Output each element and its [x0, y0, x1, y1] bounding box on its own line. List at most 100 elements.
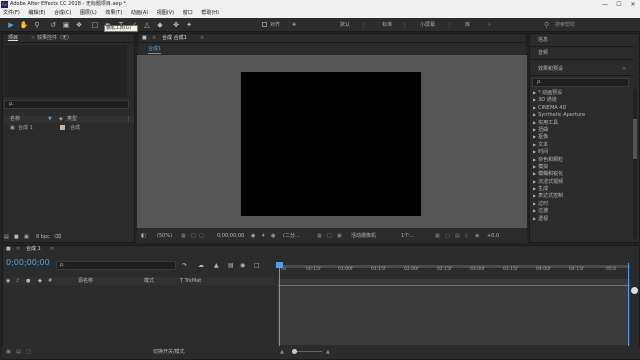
close-tab-icon[interactable]: ■ — [142, 34, 147, 43]
motion-blur-icon[interactable]: ◉ — [240, 261, 245, 270]
project-search-input[interactable]: ρ. — [4, 100, 129, 109]
column-mode[interactable]: 模式 — [144, 277, 154, 285]
effect-category[interactable]: ▶ 沉浸式视频 — [531, 178, 635, 185]
label-column-icon[interactable]: ▼ — [48, 116, 52, 123]
bpc-toggle[interactable]: 8 bpc — [36, 233, 50, 241]
menu-help[interactable]: 帮助(H) — [201, 10, 219, 16]
effect-category[interactable]: ▶ Synthetic Aperture — [531, 111, 635, 118]
clone-stamp-tool-icon[interactable]: △ — [142, 20, 152, 30]
selection-tool-icon[interactable]: ▶ — [6, 20, 16, 30]
snapshot-icon[interactable]: ◉ — [251, 230, 255, 243]
eraser-tool-icon[interactable]: ◆ — [155, 20, 165, 30]
region-of-interest-icon[interactable]: ▢ — [199, 230, 204, 243]
effect-category[interactable]: ▶ * 动画预设 — [531, 89, 635, 96]
workspace-library[interactable]: 库 — [465, 18, 470, 32]
column-trkmat[interactable]: T TrkMat — [180, 277, 201, 285]
exposure-value[interactable]: +0.0 — [487, 230, 499, 243]
layer-switches-toggle-icon[interactable]: ▣ — [6, 346, 11, 358]
menu-view[interactable]: 视图(V) — [157, 10, 174, 16]
effect-category[interactable]: ▶ 模糊和锐化 — [531, 170, 635, 177]
tab-project[interactable]: 项目 — [8, 34, 18, 43]
workspace-small-screen[interactable]: 小屏幕 — [420, 18, 435, 32]
zoom-tool-icon[interactable]: ⚲ — [32, 20, 42, 30]
menu-window[interactable]: 窗口 — [183, 10, 193, 16]
fast-previews-icon[interactable]: □ — [327, 230, 332, 243]
frame-blending-icon[interactable]: ▤ — [228, 261, 234, 270]
effects-search-input[interactable]: ρ. — [532, 78, 629, 87]
column-name-label[interactable]: 名称 — [10, 116, 20, 123]
color-channel-icon[interactable]: ● — [271, 230, 275, 243]
render-icon[interactable]: ▢ — [445, 230, 450, 243]
effect-category[interactable]: ▶ 3D 通道 — [531, 96, 635, 103]
menu-composition[interactable]: 合成(C) — [54, 10, 71, 16]
work-area-end-marker[interactable] — [628, 263, 629, 347]
workspace-standard[interactable]: 标准 — [382, 18, 392, 32]
maximize-button[interactable]: ☐ — [612, 0, 626, 9]
playhead-line[interactable] — [279, 263, 280, 347]
label-color-swatch[interactable] — [60, 125, 65, 130]
effects-scrollbar[interactable] — [633, 89, 637, 239]
shy-layers-icon[interactable]: ▲ — [214, 261, 219, 270]
column-source-name[interactable]: 源名称 — [78, 277, 93, 285]
comp-mini-flowchart-icon[interactable]: ↷ — [182, 261, 187, 270]
rotation-tool-icon[interactable]: ↺ — [48, 20, 58, 30]
tab-menu-icon[interactable]: ≡ — [200, 34, 204, 43]
effects-panel-menu-icon[interactable]: ≡ — [622, 63, 626, 76]
help-search-input[interactable]: 搜索帮助 — [555, 18, 575, 32]
menu-edit[interactable]: 编辑(E) — [28, 10, 45, 16]
minimize-button[interactable]: — — [598, 0, 612, 9]
effect-category[interactable]: ▶ CINEMA 4D — [531, 104, 635, 111]
pan-behind-tool-icon[interactable]: ❖ — [74, 20, 84, 30]
scrollbar-thumb[interactable] — [633, 119, 637, 159]
reset-exposure-icon[interactable]: ◉ — [475, 230, 479, 243]
timeline-track-area[interactable] — [278, 279, 630, 345]
always-preview-icon[interactable]: ◧ — [141, 230, 146, 243]
effect-category[interactable]: ▶ 时间 — [531, 148, 635, 155]
timeline-search-input[interactable]: ρ. — [56, 261, 176, 270]
transparency-grid-icon[interactable]: ▦ — [317, 230, 322, 243]
comp-breadcrumb[interactable]: 合成1 — [148, 45, 162, 54]
new-folder-icon[interactable]: ■ — [14, 233, 19, 241]
draft-3d-icon[interactable]: ☁ — [198, 261, 204, 270]
snap-checkbox[interactable] — [262, 22, 267, 27]
zoom-out-icon[interactable]: ▲ — [280, 346, 284, 358]
effect-category[interactable]: ▶ 杂色和颗粒 — [531, 156, 635, 163]
column-options-icon[interactable]: ⋮ — [126, 116, 131, 123]
effect-category[interactable]: ▶ 表达式控制 — [531, 192, 635, 199]
menu-file[interactable]: 文件(F) — [3, 10, 20, 16]
effect-category[interactable]: ▶ 实用工具 — [531, 119, 635, 126]
effect-category[interactable]: ▶ 透视 — [531, 215, 635, 222]
modes-toggle-icon[interactable]: ▤ — [16, 346, 21, 358]
effect-category[interactable]: ▶ 过渡 — [531, 207, 635, 214]
effect-category[interactable]: ▶ 抠像 — [531, 133, 635, 140]
camera-tool-icon[interactable]: ▣ — [61, 20, 71, 30]
puppet-pin-tool-icon[interactable]: ✦ — [184, 20, 194, 30]
effect-category[interactable]: ▶ 文本 — [531, 141, 635, 148]
menu-animation[interactable]: 动画(A) — [131, 10, 148, 16]
delete-icon[interactable]: ⌫ — [54, 233, 61, 241]
interpret-footage-icon[interactable]: ▤ — [4, 233, 9, 241]
mask-visibility-icon[interactable]: □ — [191, 230, 196, 243]
menu-effect[interactable]: 效果(T) — [105, 10, 122, 16]
av-features-icon[interactable]: ◉ — [6, 277, 10, 285]
roto-brush-tool-icon[interactable]: ✤ — [171, 20, 181, 30]
label-column-icon[interactable]: ◆ — [38, 277, 42, 285]
tab-menu-icon[interactable]: ≡ — [50, 245, 54, 254]
timeline-current-time[interactable]: 0;00;00;00 — [6, 257, 51, 268]
lock-icon[interactable]: ≡ — [16, 245, 20, 254]
workspace-overflow-icon[interactable]: » — [488, 18, 491, 32]
tab-effect-controls[interactable]: 效果控件（无） — [37, 34, 72, 43]
zoom-in-icon[interactable]: ▲ — [326, 346, 330, 358]
new-composition-icon[interactable]: ▣ — [24, 233, 29, 241]
toggle-switches-modes[interactable]: 切换开关/模式 — [153, 346, 185, 358]
zoom-slider-thumb[interactable] — [292, 349, 297, 354]
pixel-aspect-icon[interactable]: ▦ — [435, 230, 440, 243]
comp-button-icon[interactable] — [631, 287, 638, 294]
effect-category[interactable]: ▶ 生成 — [531, 185, 635, 192]
effect-category[interactable]: ▶ 过时 — [531, 200, 635, 207]
lock-column-icon[interactable]: ● — [26, 277, 30, 285]
in-out-toggle-icon[interactable]: □ — [26, 346, 31, 358]
close-timeline-icon[interactable]: ■ — [6, 245, 11, 254]
graph-editor-icon[interactable]: □ — [254, 261, 260, 270]
show-snapshot-icon[interactable]: ♦ — [261, 230, 265, 243]
